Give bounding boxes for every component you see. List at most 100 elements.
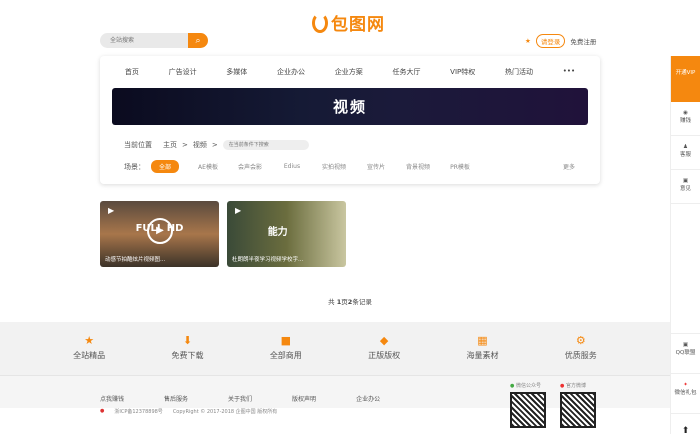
- scene-tag[interactable]: AE模板: [187, 162, 229, 171]
- video-icon: ▶: [108, 206, 115, 215]
- search-input[interactable]: [100, 33, 188, 48]
- footer-link[interactable]: 企业办公: [356, 394, 380, 403]
- breadcrumb-label: 当前位置: [124, 141, 152, 149]
- breadcrumb-home[interactable]: 主页: [163, 140, 177, 150]
- star-icon[interactable]: ★: [525, 37, 531, 45]
- service-icon: ♟: [683, 144, 688, 150]
- features-bar: ★ 全站精品 ⬇ 免费下载 ■ 全部商用 ◆ 正版版权 ▦ 海量素材 ⚙ 优质服务: [0, 322, 670, 375]
- wechat-block: ● 微信公众号: [510, 382, 546, 428]
- footer-link[interactable]: 点我赚钱: [100, 394, 124, 403]
- scene-tag[interactable]: 宣传片: [355, 162, 397, 171]
- footer-link[interactable]: 售后服务: [164, 394, 188, 403]
- gift-icon: ✦: [683, 382, 688, 388]
- nav-item[interactable]: VIP特权: [450, 67, 475, 77]
- breadcrumb: 当前位置 主页 > 视频 >: [124, 140, 309, 150]
- feature-label: 免费下载: [171, 351, 204, 360]
- main-card: 首页 广告设计 多媒体 企业办公 企业方案 任务大厅 VIP特权 热门活动 ••• 视频 当前位…: [100, 56, 600, 184]
- footer-link[interactable]: 版权声明: [292, 394, 316, 403]
- sidebar-wechat-gift[interactable]: ✦ 微信礼包: [671, 374, 700, 414]
- scene-more[interactable]: 更多: [548, 162, 590, 171]
- sidebar-qq[interactable]: ▣ QQ联盟: [671, 334, 700, 374]
- pagination-summary: 共 1页2条记录: [0, 296, 700, 306]
- footer-links: 点我赚钱 售后服务 关于我们 版权声明 企业办公: [100, 394, 380, 403]
- banner: 视频: [112, 88, 588, 125]
- sidebar-label: 客服: [679, 152, 691, 158]
- scene-tag[interactable]: PR模板: [439, 162, 481, 171]
- sidebar-label: 赚钱: [679, 118, 691, 124]
- nav-item[interactable]: 首页: [125, 67, 139, 77]
- breadcrumb-sep: >: [211, 141, 218, 149]
- nav-item[interactable]: 任务大厅: [392, 67, 420, 77]
- scene-tag[interactable]: Edius: [271, 163, 313, 170]
- feature-item: ◆ 正版版权: [368, 322, 400, 375]
- login-button[interactable]: 请登录: [535, 34, 566, 48]
- feature-label: 正版版权: [368, 351, 401, 360]
- icp-text[interactable]: 浙ICP备12378898号: [114, 408, 162, 415]
- user-bar: ★ 请登录 免费注册: [525, 34, 596, 48]
- scene-label: 场景：: [124, 162, 145, 171]
- nav-item[interactable]: 广告设计: [169, 67, 197, 77]
- video-card[interactable]: ▶ FULL HD ▶ 动感节拍酷炫片视频图...: [100, 201, 219, 267]
- wechat-qr-code: [510, 392, 546, 428]
- copyright-text: CopyRight © 2017-2018 企图中国 版权所有: [172, 409, 278, 415]
- sidebar-label: 开通VIP: [675, 70, 696, 76]
- feature-item: ⚙ 优质服务: [565, 322, 597, 375]
- coin-icon: ◉: [683, 110, 688, 116]
- pager-text: 条记录: [352, 298, 372, 306]
- scene-filter: 场景： 全部 AE模板 会声会影 Edius 实拍视频 宣传片 背景视频 PR模…: [124, 160, 600, 173]
- edit-icon: ▣: [682, 178, 689, 184]
- feature-label: 全部商用: [269, 351, 302, 360]
- sidebar-service[interactable]: ♟ 客服: [671, 136, 700, 170]
- feature-label: 优质服务: [564, 351, 597, 360]
- sidebar-label: QQ联盟: [675, 350, 696, 356]
- feature-label: 全站精品: [73, 351, 106, 360]
- logo-icon: [312, 12, 328, 33]
- star-icon: ★: [84, 334, 95, 347]
- nav-item[interactable]: 热门活动: [505, 67, 533, 77]
- scene-tag[interactable]: 背景视频: [397, 162, 439, 171]
- video-card[interactable]: ▶ 能力 杜朗朗半夜学习视频学校字...: [227, 201, 346, 267]
- wechat-label: 微信公众号: [515, 383, 541, 389]
- video-overlay-text: 能力: [267, 227, 288, 238]
- right-sidebar: 开通VIP ◉ 赚钱 ♟ 客服 ▣ 意见 ▣ QQ联盟 ✦ 微信礼包 ⬆: [670, 56, 700, 436]
- breadcrumb-sep: >: [182, 141, 188, 149]
- sidebar-earn[interactable]: ◉ 赚钱: [671, 102, 700, 136]
- nav-item[interactable]: 企业办公: [277, 67, 305, 77]
- feature-item: ■ 全部商用: [270, 322, 302, 375]
- sidebar-vip[interactable]: 开通VIP: [671, 56, 700, 102]
- video-icon: ▶: [235, 206, 242, 215]
- sidebar-label: 意见: [679, 186, 691, 192]
- shield-icon: ◆: [379, 334, 389, 347]
- search-button[interactable]: ⌕: [188, 33, 208, 48]
- feature-item: ⬇ 免费下载: [171, 322, 203, 375]
- feature-item: ▦ 海量素材: [466, 322, 498, 375]
- search-bar: ⌕: [100, 33, 208, 48]
- more-icon[interactable]: •••: [563, 67, 575, 77]
- weibo-block: ● 官方微博: [560, 382, 596, 428]
- logo[interactable]: 包图网: [312, 10, 385, 35]
- nav-item[interactable]: 多媒体: [226, 67, 247, 77]
- banner-title: 视频: [332, 98, 367, 116]
- nav-item[interactable]: 企业方案: [335, 67, 363, 77]
- grid-icon: ▦: [477, 334, 488, 347]
- breadcrumb-current[interactable]: 视频: [193, 140, 207, 150]
- scene-tag-active[interactable]: 全部: [151, 160, 179, 173]
- filter-search-input[interactable]: [222, 140, 309, 150]
- scene-tag[interactable]: 会声会影: [229, 162, 271, 171]
- video-title: 动感节拍酷炫片视频图...: [105, 257, 166, 263]
- main-nav: 首页 广告设计 多媒体 企业办公 企业方案 任务大厅 VIP特权 热门活动 •••: [100, 56, 600, 77]
- gear-icon: ⚙: [575, 334, 586, 347]
- weibo-label: 官方微博: [565, 383, 586, 389]
- register-link[interactable]: 免费注册: [570, 36, 596, 46]
- footer-link[interactable]: 关于我们: [228, 394, 252, 403]
- police-icon: ●: [100, 408, 105, 414]
- scene-tag[interactable]: 实拍视频: [313, 162, 355, 171]
- sidebar-feedback[interactable]: ▣ 意见: [671, 170, 700, 204]
- feature-item: ★ 全站精品: [73, 322, 105, 375]
- download-icon: ⬇: [182, 334, 193, 347]
- play-icon[interactable]: ▶: [147, 218, 173, 244]
- video-title: 杜朗朗半夜学习视频学校字...: [232, 257, 304, 263]
- back-to-top-icon[interactable]: ⬆: [671, 414, 700, 436]
- pager-text: 共: [328, 298, 337, 306]
- copyright: ● 浙ICP备12378898号 CopyRight © 2017-2018 企图中…: [100, 408, 277, 415]
